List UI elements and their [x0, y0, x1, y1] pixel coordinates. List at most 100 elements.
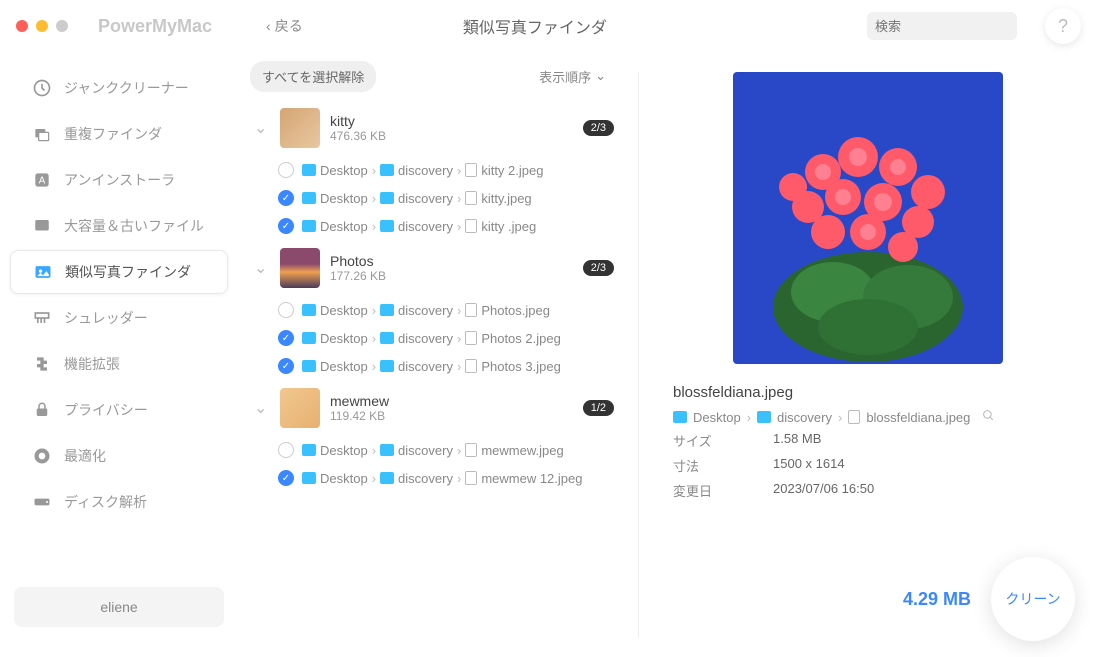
meta-dimensions: 寸法 1500 x 1614 [673, 456, 1063, 475]
file-checkbox[interactable] [278, 218, 294, 234]
folder-icon [302, 220, 316, 232]
folder-icon [380, 332, 394, 344]
file-checkbox[interactable] [278, 162, 294, 178]
file-path: Desktop›discovery›Photos.jpeg [302, 303, 550, 318]
svg-text:A: A [39, 175, 46, 186]
duplicate-icon [32, 124, 52, 144]
file-name: kitty.jpeg [481, 191, 531, 206]
file-checkbox[interactable] [278, 190, 294, 206]
chevron-down-icon[interactable]: ⌄ [254, 118, 270, 138]
group-thumbnail [280, 248, 320, 288]
file-checkbox[interactable] [278, 470, 294, 486]
folder-icon [380, 164, 394, 176]
file-row[interactable]: Desktop›discovery›kitty .jpeg [238, 212, 630, 240]
sidebar-item-extensions[interactable]: 機能拡張 [10, 342, 228, 386]
group-size: 476.36 KB [330, 129, 573, 143]
maximize-window-icon[interactable] [56, 20, 68, 32]
file-icon [465, 359, 477, 373]
sidebar-item-label: シュレッダー [64, 308, 148, 328]
file-name: Photos.jpeg [481, 303, 550, 318]
group-info: Photos 177.26 KB [330, 253, 573, 283]
chevron-down-icon: ⌄ [595, 68, 606, 84]
file-row[interactable]: Desktop›discovery›mewmew.jpeg [238, 436, 630, 464]
file-row[interactable]: Desktop›discovery›kitty.jpeg [238, 184, 630, 212]
file-checkbox[interactable] [278, 358, 294, 374]
reveal-icon[interactable] [982, 409, 995, 425]
chevron-down-icon[interactable]: ⌄ [254, 258, 270, 278]
sidebar-item-largefiles[interactable]: 大容量＆古いファイル [10, 204, 228, 248]
folder-icon [302, 332, 316, 344]
sidebar-item-optimize[interactable]: 最適化 [10, 434, 228, 478]
sidebar-item-duplicate[interactable]: 重複ファインダ [10, 112, 228, 156]
groups-list[interactable]: ⌄ kitty 476.36 KB 2/3 Desktop›discovery›… [238, 100, 638, 657]
deselect-all-button[interactable]: すべてを選択解除 [250, 61, 376, 92]
group-name: mewmew [330, 393, 573, 409]
total-size: 4.29 MB [903, 589, 971, 610]
group-header[interactable]: ⌄ kitty 476.36 KB 2/3 [238, 100, 630, 156]
folder-icon [302, 164, 316, 176]
file-row[interactable]: Desktop›discovery›Photos 2.jpeg [238, 324, 630, 352]
sidebar-item-label: 類似写真ファインダ [65, 262, 191, 282]
chevron-down-icon[interactable]: ⌄ [254, 398, 270, 418]
meta-size: サイズ 1.58 MB [673, 431, 1063, 450]
sidebar-item-uninstaller[interactable]: A アンインストーラ [10, 158, 228, 202]
sidebar-item-junk[interactable]: ジャンククリーナー [10, 66, 228, 110]
sidebar-item-label: ジャンククリーナー [64, 78, 189, 98]
file-row[interactable]: Desktop›discovery›mewmew 12.jpeg [238, 464, 630, 492]
sidebar-item-similar[interactable]: 類似写真ファインダ [10, 250, 228, 294]
search-input[interactable] [875, 19, 1051, 34]
group-header[interactable]: ⌄ Photos 177.26 KB 2/3 [238, 240, 630, 296]
list-header: すべてを選択解除 表示順序 ⌄ [238, 52, 638, 100]
folder-icon [380, 304, 394, 316]
sort-button[interactable]: 表示順序 ⌄ [539, 67, 606, 86]
privacy-icon [32, 400, 52, 420]
sidebar-item-shredder[interactable]: シュレッダー [10, 296, 228, 340]
folder-icon [380, 360, 394, 372]
file-icon [465, 443, 477, 457]
folder-icon [302, 360, 316, 372]
group-thumbnail [280, 108, 320, 148]
sidebar-item-disk[interactable]: ディスク解析 [10, 480, 228, 524]
folder-icon [302, 444, 316, 456]
group-info: kitty 476.36 KB [330, 113, 573, 143]
file-checkbox[interactable] [278, 330, 294, 346]
group-header[interactable]: ⌄ mewmew 119.42 KB 1/2 [238, 380, 630, 436]
sidebar: ジャンククリーナー重複ファインダ A アンインストーラ大容量＆古いファイル類似写真フ… [0, 52, 238, 657]
folder-icon [380, 220, 394, 232]
file-name: Photos 2.jpeg [481, 331, 561, 346]
shredder-icon [32, 308, 52, 328]
footer: 4.29 MB クリーン [903, 557, 1075, 641]
folder-icon [302, 192, 316, 204]
folder-icon [673, 411, 687, 423]
file-name: kitty 2.jpeg [481, 163, 543, 178]
file-row[interactable]: Desktop›discovery›kitty 2.jpeg [238, 156, 630, 184]
meta-modified: 変更日 2023/07/06 16:50 [673, 481, 1063, 500]
app-name: PowerMyMac [98, 16, 212, 37]
file-checkbox[interactable] [278, 302, 294, 318]
file-path: Desktop›discovery›mewmew 12.jpeg [302, 471, 582, 486]
file-checkbox[interactable] [278, 442, 294, 458]
sidebar-item-privacy[interactable]: プライバシー [10, 388, 228, 432]
sidebar-item-label: 機能拡張 [64, 354, 120, 374]
file-name: mewmew 12.jpeg [481, 471, 582, 486]
clean-button[interactable]: クリーン [991, 557, 1075, 641]
user-badge[interactable]: eliene [14, 587, 224, 627]
file-path: Desktop›discovery›Photos 3.jpeg [302, 359, 561, 374]
similar-icon [33, 262, 53, 282]
close-window-icon[interactable] [16, 20, 28, 32]
page-title: 類似写真ファインダ [215, 14, 855, 38]
file-path: Desktop›discovery›kitty.jpeg [302, 191, 532, 206]
file-icon [465, 331, 477, 345]
file-row[interactable]: Desktop›discovery›Photos.jpeg [238, 296, 630, 324]
group-count-badge: 2/3 [583, 120, 614, 136]
titlebar: PowerMyMac ‹ 戻る 類似写真ファインダ ? [0, 0, 1097, 52]
minimize-window-icon[interactable] [36, 20, 48, 32]
group-info: mewmew 119.42 KB [330, 393, 573, 423]
file-row[interactable]: Desktop›discovery›Photos 3.jpeg [238, 352, 630, 380]
folder-icon [380, 444, 394, 456]
group-size: 177.26 KB [330, 269, 573, 283]
search-box[interactable] [867, 12, 1017, 40]
sidebar-item-label: アンインストーラ [64, 170, 175, 190]
file-icon [465, 163, 477, 177]
help-button[interactable]: ? [1045, 8, 1081, 44]
